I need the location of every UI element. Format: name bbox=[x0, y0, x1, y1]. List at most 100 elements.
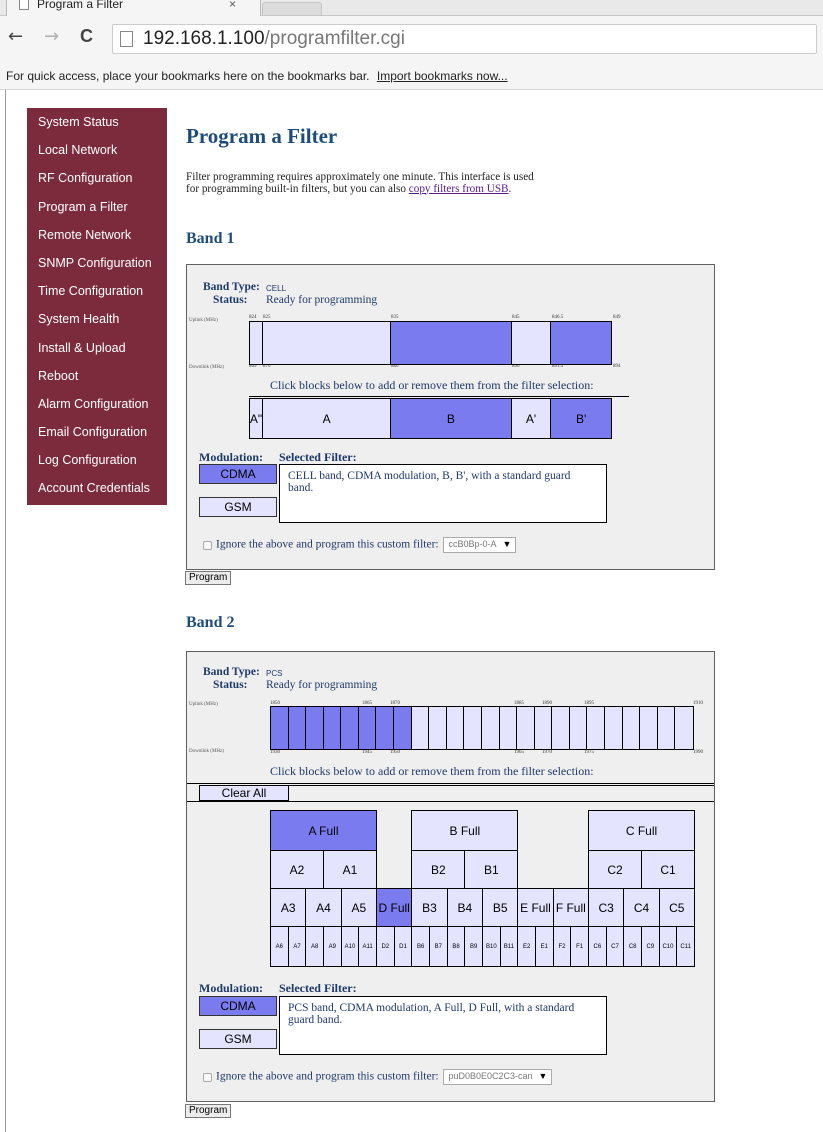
block-e2[interactable]: E2 bbox=[517, 926, 536, 967]
block-a2[interactable]: A2 bbox=[270, 850, 324, 889]
block-c3[interactable]: C3 bbox=[588, 888, 625, 927]
band2-cdma-button[interactable]: CDMA bbox=[199, 996, 277, 1016]
sidebar-item-remote-network[interactable]: Remote Network bbox=[27, 221, 167, 249]
block-b1[interactable]: B1 bbox=[464, 850, 519, 889]
band1-cdma-button[interactable]: CDMA bbox=[199, 464, 277, 484]
block-a5[interactable]: A5 bbox=[340, 888, 377, 927]
sidebar-item-log-configuration[interactable]: Log Configuration bbox=[27, 446, 167, 474]
import-bookmarks-link[interactable]: Import bookmarks now... bbox=[377, 69, 508, 83]
sidebar-item-email-configuration[interactable]: Email Configuration bbox=[27, 418, 167, 446]
band1-block-b[interactable]: B bbox=[391, 399, 512, 438]
band2-program-button[interactable]: Program bbox=[185, 1104, 232, 1118]
block-e1[interactable]: E1 bbox=[535, 926, 554, 967]
sidebar-item-account-credentials[interactable]: Account Credentials bbox=[27, 474, 167, 502]
block-b11[interactable]: B11 bbox=[499, 926, 519, 967]
back-arrow-icon[interactable]: ← bbox=[8, 26, 23, 47]
block-e-full[interactable]: E Full bbox=[517, 888, 554, 927]
sidebar-item-local-network[interactable]: Local Network bbox=[27, 136, 167, 164]
block-d2[interactable]: D2 bbox=[376, 926, 395, 967]
block-f1[interactable]: F1 bbox=[570, 926, 589, 967]
block-f-full[interactable]: F Full bbox=[552, 888, 589, 927]
block-c4[interactable]: C4 bbox=[623, 888, 660, 927]
band2-custom-checkbox[interactable] bbox=[203, 1072, 212, 1082]
block-c6[interactable]: C6 bbox=[588, 926, 607, 967]
block-c2[interactable]: C2 bbox=[588, 850, 642, 889]
block-c-full[interactable]: C Full bbox=[588, 810, 695, 851]
sidebar-item-snmp-configuration[interactable]: SNMP Configuration bbox=[27, 249, 167, 277]
band1-status-value: Ready for programming bbox=[266, 294, 378, 306]
sidebar-item-system-status[interactable]: System Status bbox=[27, 108, 167, 136]
band1-block-a[interactable]: A bbox=[263, 399, 392, 438]
band1-selected-filter-text: CELL band, CDMA modulation, B, B', with … bbox=[279, 464, 607, 523]
block-b5[interactable]: B5 bbox=[482, 888, 519, 927]
block-b-full[interactable]: B Full bbox=[411, 810, 519, 851]
band2-downlink-tick: 1950 bbox=[390, 750, 400, 755]
block-a3[interactable]: A3 bbox=[270, 888, 307, 927]
band2-gsm-button[interactable]: GSM bbox=[199, 1029, 277, 1049]
reload-icon[interactable]: C bbox=[80, 26, 93, 47]
copy-filters-usb-link[interactable]: copy filters from USB bbox=[409, 183, 509, 195]
band1-custom-label: Ignore the above and program this custom… bbox=[216, 538, 439, 551]
block-a7[interactable]: A7 bbox=[287, 926, 307, 967]
clear-all-button[interactable]: Clear All bbox=[199, 785, 289, 801]
block-b4[interactable]: B4 bbox=[446, 888, 483, 927]
address-bar[interactable]: 192.168.1.100/programfilter.cgi bbox=[112, 24, 817, 54]
block-a11[interactable]: A11 bbox=[358, 926, 377, 967]
band1-gsm-button[interactable]: GSM bbox=[199, 497, 277, 517]
block-a4[interactable]: A4 bbox=[305, 888, 342, 927]
block-b2[interactable]: B2 bbox=[411, 850, 466, 889]
band1-custom-filter-select[interactable]: ccB0Bp-0-A ▼ bbox=[443, 537, 517, 553]
band1-program-button[interactable]: Program bbox=[185, 571, 232, 585]
sidebar-item-rf-configuration[interactable]: RF Configuration bbox=[27, 164, 167, 192]
block-c8[interactable]: C8 bbox=[623, 926, 642, 967]
block-d1[interactable]: D1 bbox=[393, 926, 413, 967]
band2-downlink-tick: 1975 bbox=[584, 750, 594, 755]
band2-downlink-tick: 1930 bbox=[270, 750, 280, 755]
block-b9[interactable]: B9 bbox=[464, 926, 483, 967]
band1-block-a1[interactable]: A' bbox=[511, 399, 552, 438]
sidebar-item-alarm-configuration[interactable]: Alarm Configuration bbox=[27, 390, 167, 418]
sidebar-item-time-configuration[interactable]: Time Configuration bbox=[27, 277, 167, 305]
block-a10[interactable]: A10 bbox=[340, 926, 360, 967]
band1-block-a2[interactable]: A" bbox=[250, 399, 263, 438]
block-c11[interactable]: C11 bbox=[676, 926, 695, 967]
sidebar-item-reboot[interactable]: Reboot bbox=[27, 362, 167, 390]
block-b6[interactable]: B6 bbox=[411, 926, 430, 967]
block-a-full[interactable]: A Full bbox=[270, 810, 377, 851]
band2-custom-filter-select[interactable]: puD0B0E0C2C3-can ▼ bbox=[443, 1069, 553, 1085]
block-a1[interactable]: A1 bbox=[323, 850, 377, 889]
block-c10[interactable]: C10 bbox=[658, 926, 678, 967]
block-b10[interactable]: B10 bbox=[482, 926, 501, 967]
tab-strip: Program a Filter × bbox=[0, 0, 823, 16]
tab-close-icon[interactable]: × bbox=[229, 0, 236, 11]
sidebar-item-program-a-filter[interactable]: Program a Filter bbox=[27, 193, 167, 221]
band1-seg-b1 bbox=[551, 322, 611, 364]
band1-block-b1[interactable]: B' bbox=[551, 399, 612, 438]
band2-downlink-tick: 1965 bbox=[514, 750, 524, 755]
block-a9[interactable]: A9 bbox=[323, 926, 342, 967]
block-c9[interactable]: C9 bbox=[641, 926, 660, 967]
band2-seg bbox=[358, 707, 377, 749]
dropdown-arrow-icon: ▼ bbox=[538, 1071, 548, 1081]
band1-downlink-label: Downlink (MHz) bbox=[189, 365, 224, 370]
block-a6[interactable]: A6 bbox=[270, 926, 289, 967]
block-d-full[interactable]: D Full bbox=[376, 888, 413, 927]
forward-arrow-icon[interactable]: → bbox=[44, 26, 59, 47]
block-b7[interactable]: B7 bbox=[429, 926, 448, 967]
block-f2[interactable]: F2 bbox=[552, 926, 572, 967]
page-icon bbox=[120, 31, 133, 47]
band1-hint: Click blocks below to add or remove them… bbox=[270, 378, 594, 392]
block-c7[interactable]: C7 bbox=[605, 926, 625, 967]
new-tab-button[interactable] bbox=[262, 2, 322, 16]
block-a8[interactable]: A8 bbox=[305, 926, 324, 967]
band1-custom-checkbox[interactable] bbox=[203, 540, 212, 550]
browser-tab[interactable]: Program a Filter × bbox=[6, 0, 261, 16]
block-c1[interactable]: C1 bbox=[641, 850, 695, 889]
window-edge bbox=[5, 90, 6, 1132]
sidebar-item-system-health[interactable]: System Health bbox=[27, 305, 167, 333]
block-c5[interactable]: C5 bbox=[658, 888, 695, 927]
sidebar-nav: System Status Local Network RF Configura… bbox=[27, 108, 167, 505]
block-b3[interactable]: B3 bbox=[411, 888, 448, 927]
block-b8[interactable]: B8 bbox=[446, 926, 466, 967]
sidebar-item-install-upload[interactable]: Install & Upload bbox=[27, 334, 167, 362]
